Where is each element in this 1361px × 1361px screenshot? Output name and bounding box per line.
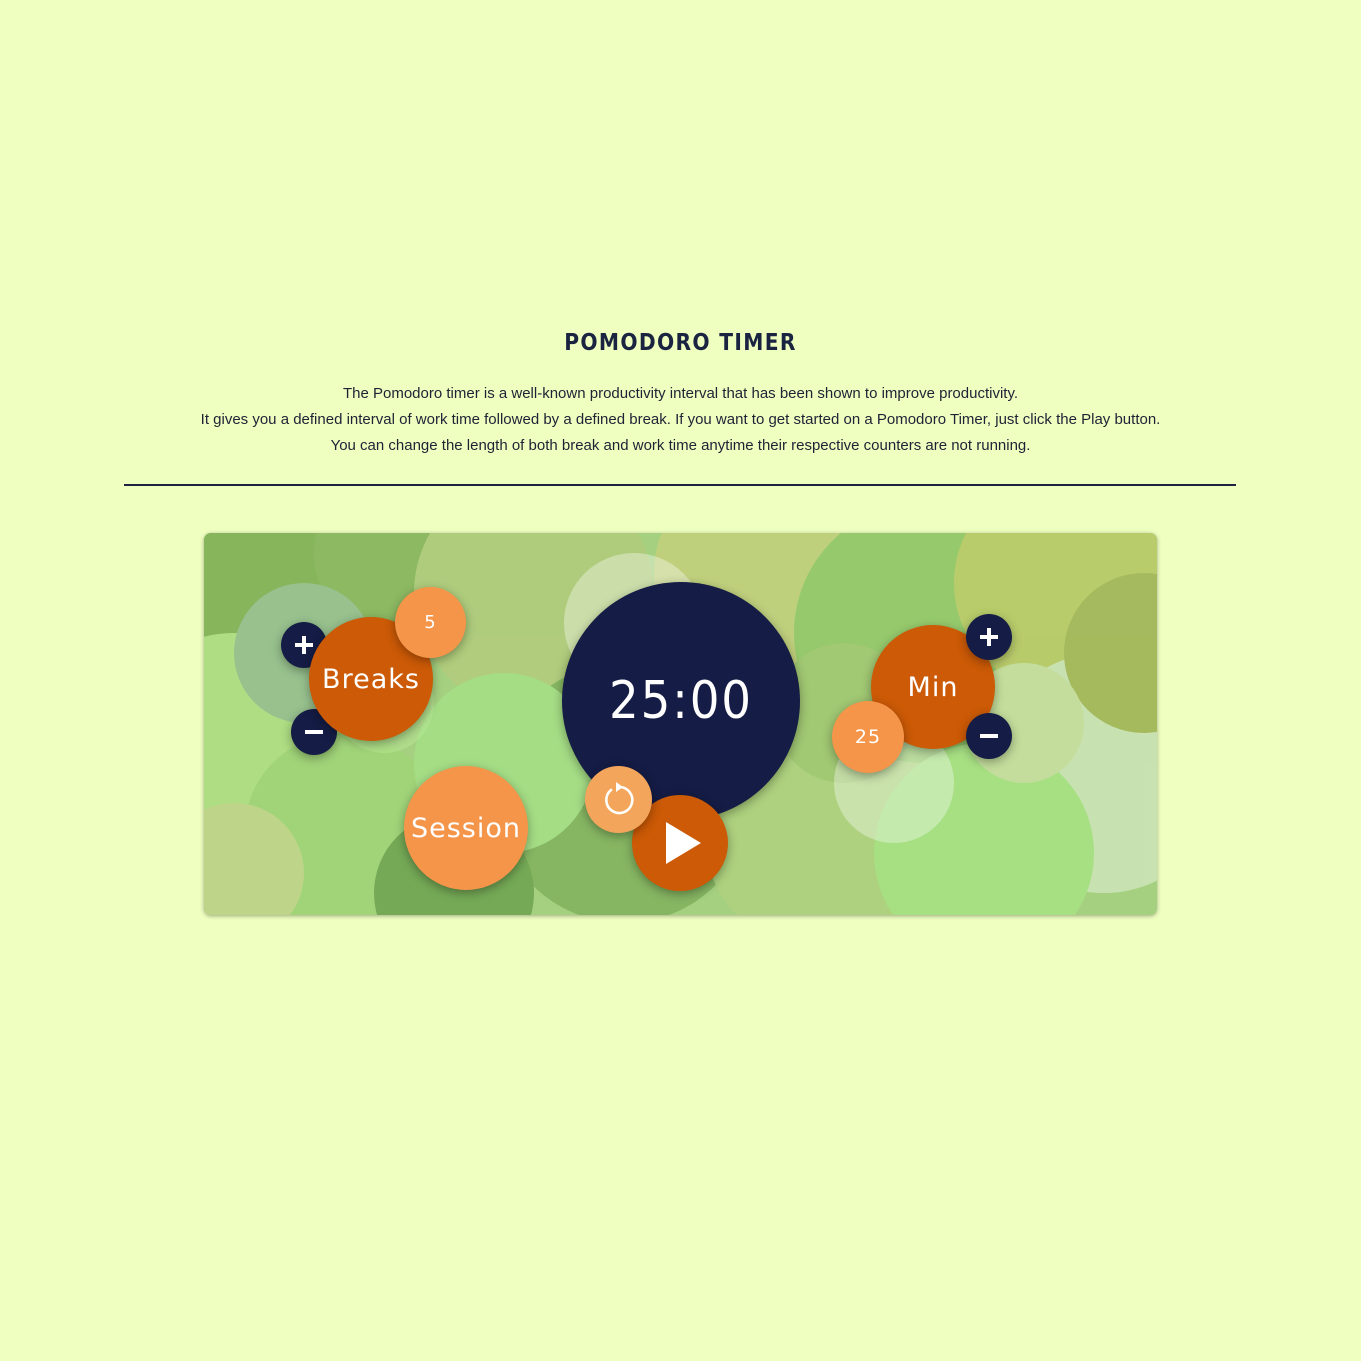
divider [124, 484, 1236, 486]
page-description: The Pomodoro timer is a well-known produ… [0, 381, 1361, 459]
minus-icon [305, 730, 323, 734]
play-icon [666, 822, 701, 864]
page: POMODORO TIMER The Pomodoro timer is a w… [0, 0, 1361, 1361]
breaks-value: 5 [424, 612, 437, 633]
session-button[interactable]: Session [404, 766, 528, 890]
timer-time: 25:00 [609, 671, 753, 731]
plus-icon [295, 636, 313, 654]
breaks-label: Breaks [322, 663, 420, 695]
plus-icon [980, 628, 998, 646]
breaks-value-badge: 5 [395, 587, 466, 658]
work-value-badge: 25 [832, 701, 904, 773]
reset-button[interactable] [585, 766, 652, 833]
work-minutes-label: Min [907, 671, 959, 703]
page-title: POMODORO TIMER [564, 330, 797, 356]
work-minutes-value: 25 [854, 726, 882, 748]
session-label: Session [410, 812, 522, 844]
work-decrement-button[interactable] [966, 713, 1012, 759]
refresh-icon [604, 781, 634, 814]
timer-panel: Breaks 5 Session 25:00 Min 25 [204, 533, 1157, 915]
minus-icon [980, 734, 998, 738]
description-line: The Pomodoro timer is a well-known produ… [342, 385, 1019, 402]
work-increment-button[interactable] [966, 614, 1012, 660]
description-line: You can change the length of both break … [330, 437, 1031, 454]
description-line: It gives you a defined interval of work … [200, 411, 1161, 428]
